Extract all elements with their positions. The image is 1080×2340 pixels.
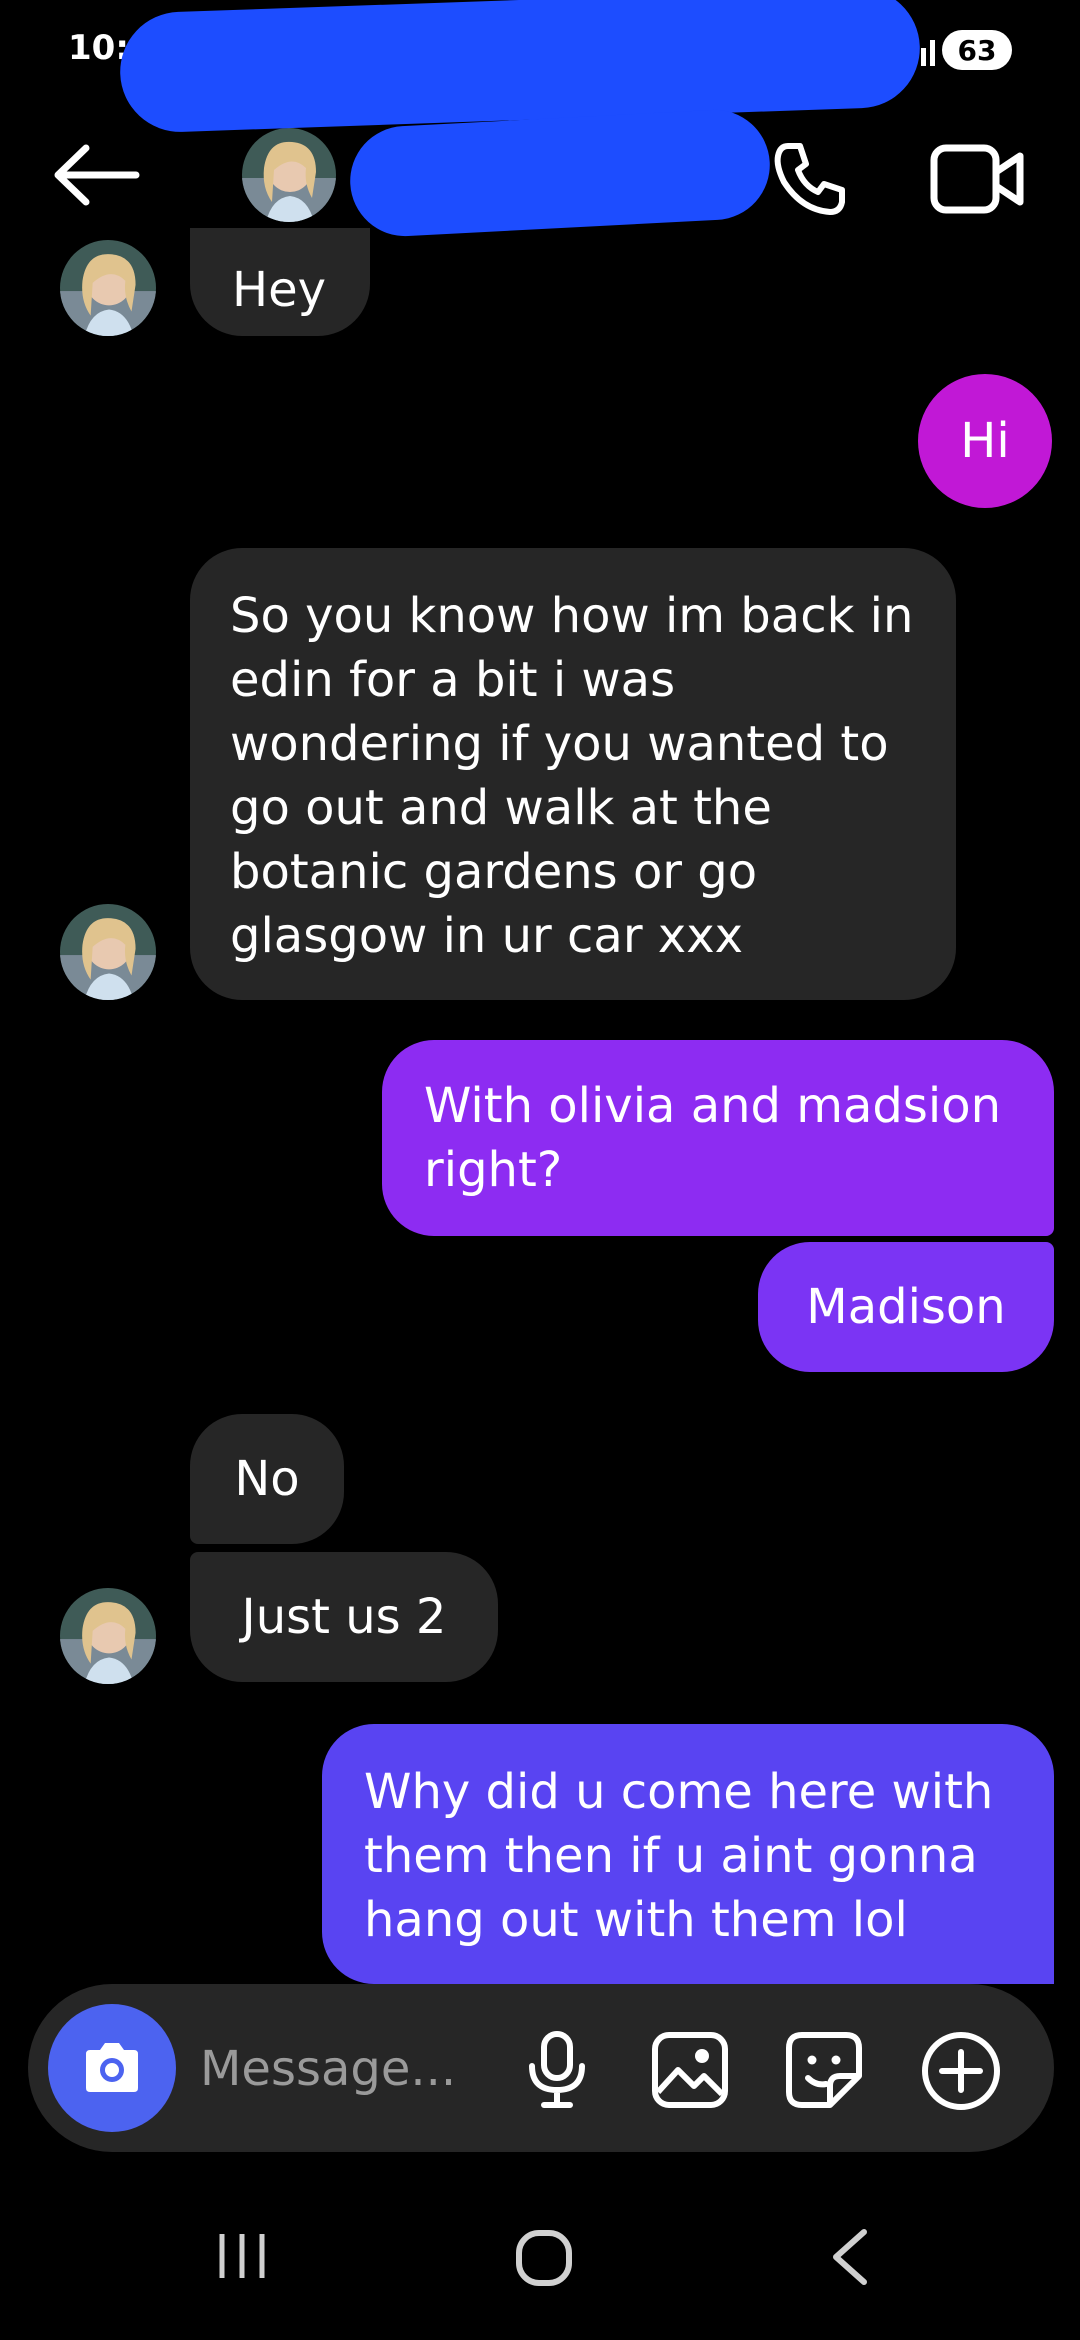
sticker-icon (786, 2032, 862, 2108)
chevron-left-icon (833, 2229, 867, 2285)
battery-indicator: 63 (942, 30, 1012, 70)
redaction-mark (118, 0, 922, 134)
plus-icon (922, 2032, 1000, 2110)
more-options-button[interactable] (920, 2030, 1002, 2112)
message-bubble-incoming[interactable]: Hey (190, 228, 370, 336)
call-button[interactable] (770, 138, 850, 218)
video-call-button[interactable] (928, 142, 1028, 216)
camera-button[interactable] (48, 2004, 176, 2132)
gallery-icon (652, 2032, 728, 2108)
voice-message-button[interactable] (524, 2030, 590, 2110)
gallery-button[interactable] (650, 2030, 730, 2110)
contact-avatar-small (60, 904, 156, 1000)
contact-avatar[interactable] (242, 128, 336, 222)
message-bubble-incoming[interactable]: Just us 2 (190, 1552, 498, 1682)
back-button[interactable] (48, 140, 144, 210)
message-bubble-outgoing[interactable]: Madison (758, 1242, 1054, 1372)
home-button[interactable] (514, 2228, 574, 2288)
nav-back-button[interactable] (826, 2226, 872, 2288)
camera-icon (86, 2043, 138, 2092)
message-bubble-incoming[interactable]: So you know how im back in edin for a bi… (190, 548, 956, 1000)
microphone-icon (529, 2031, 585, 2108)
message-bubble-incoming[interactable]: No (190, 1414, 344, 1544)
home-icon (516, 2230, 572, 2286)
message-input[interactable] (200, 2034, 490, 2104)
message-bubble-outgoing[interactable]: Hi (918, 374, 1052, 508)
recents-icon (219, 2234, 265, 2278)
contact-avatar-small (60, 240, 156, 336)
message-bubble-outgoing[interactable]: Why did u come here with them then if u … (322, 1724, 1054, 1984)
contact-avatar-small (60, 1588, 156, 1684)
recents-button[interactable] (214, 2228, 270, 2284)
message-bubble-outgoing[interactable]: With olivia and madsion right? (382, 1040, 1054, 1236)
phone-icon (774, 143, 845, 215)
sticker-button[interactable] (784, 2030, 864, 2110)
redaction-mark (347, 107, 773, 239)
video-camera-icon (930, 144, 1024, 214)
back-arrow-icon (54, 144, 140, 206)
